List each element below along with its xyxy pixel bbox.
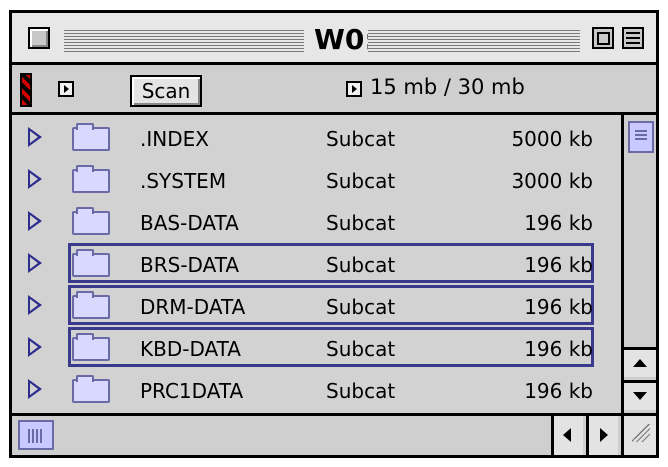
scroll-down-icon[interactable] bbox=[624, 380, 656, 410]
disclosure-triangle-icon[interactable] bbox=[28, 379, 42, 399]
item-name: .SYSTEM bbox=[140, 169, 227, 193]
disclosure-triangle-icon[interactable] bbox=[28, 337, 42, 357]
item-name: DRM-DATA bbox=[140, 295, 246, 319]
item-size: 196 kb bbox=[524, 253, 593, 277]
item-name: PRC1DATA bbox=[140, 379, 244, 403]
list-item[interactable]: .SYSTEM Subcat 3000 kb bbox=[12, 159, 621, 201]
list-item[interactable]: .INDEX Subcat 5000 kb bbox=[12, 117, 621, 159]
list-item-selected[interactable]: BRS-DATA Subcat 196 kb bbox=[12, 243, 621, 285]
item-name: BAS-DATA bbox=[140, 211, 239, 235]
folder-icon[interactable] bbox=[72, 165, 110, 193]
item-size: 5000 kb bbox=[511, 127, 593, 151]
file-window: W0: Scan 15 mb / 30 mb .INDEX Subcat 500… bbox=[9, 10, 659, 458]
disclosure-triangle-icon[interactable] bbox=[28, 253, 42, 273]
grow-box-icon[interactable] bbox=[621, 413, 656, 455]
vertical-scrollbar[interactable] bbox=[621, 115, 656, 413]
folder-icon[interactable] bbox=[72, 375, 110, 403]
item-kind: Subcat bbox=[326, 211, 396, 235]
disclosure-triangle-icon[interactable] bbox=[28, 211, 42, 231]
storage-readout: 15 mb / 30 mb bbox=[370, 75, 525, 99]
item-name: .INDEX bbox=[140, 127, 209, 151]
folder-icon[interactable] bbox=[72, 249, 110, 277]
horizontal-scrollbar[interactable] bbox=[12, 413, 621, 455]
item-kind: Subcat bbox=[326, 253, 396, 277]
collapse-box-icon[interactable] bbox=[622, 27, 644, 49]
title-bar[interactable]: W0: bbox=[12, 13, 656, 65]
disclosure-triangle-icon[interactable] bbox=[28, 169, 42, 189]
item-size: 196 kb bbox=[524, 337, 593, 361]
folder-icon[interactable] bbox=[72, 123, 110, 151]
popup-arrow-icon[interactable] bbox=[58, 81, 74, 97]
vertical-scroll-thumb[interactable] bbox=[628, 121, 654, 153]
list-item-selected[interactable]: KBD-DATA Subcat 196 kb bbox=[12, 327, 621, 369]
title-stripes-right bbox=[368, 28, 580, 52]
item-name: BRS-DATA bbox=[140, 253, 240, 277]
title-stripes-left bbox=[64, 28, 304, 52]
folder-icon[interactable] bbox=[72, 207, 110, 235]
item-size: 196 kb bbox=[524, 211, 593, 235]
scroll-up-icon[interactable] bbox=[624, 347, 656, 377]
disclosure-triangle-icon[interactable] bbox=[28, 295, 42, 315]
scroll-right-icon[interactable] bbox=[586, 416, 618, 455]
folder-icon[interactable] bbox=[72, 333, 110, 361]
list-item[interactable]: PRC1DATA Subcat 196 kb bbox=[12, 369, 621, 411]
file-list: .INDEX Subcat 5000 kb .SYSTEM Subcat 300… bbox=[12, 115, 621, 413]
scan-button[interactable]: Scan bbox=[130, 75, 202, 107]
item-size: 196 kb bbox=[524, 295, 593, 319]
window-title: W0: bbox=[314, 23, 376, 56]
list-item[interactable]: BAS-DATA Subcat 196 kb bbox=[12, 201, 621, 243]
close-box-icon[interactable] bbox=[28, 27, 50, 49]
item-kind: Subcat bbox=[326, 337, 396, 361]
item-size: 3000 kb bbox=[511, 169, 593, 193]
disclosure-triangle-icon[interactable] bbox=[28, 127, 42, 147]
item-size: 196 kb bbox=[524, 379, 593, 403]
item-kind: Subcat bbox=[326, 127, 396, 151]
storage-popup-arrow-icon[interactable] bbox=[346, 81, 362, 97]
folder-icon[interactable] bbox=[72, 291, 110, 319]
item-kind: Subcat bbox=[326, 379, 396, 403]
toolbar: Scan 15 mb / 30 mb bbox=[12, 65, 656, 115]
item-kind: Subcat bbox=[326, 169, 396, 193]
list-item-selected[interactable]: DRM-DATA Subcat 196 kb bbox=[12, 285, 621, 327]
horizontal-scroll-thumb[interactable] bbox=[18, 420, 54, 450]
zoom-box-icon[interactable] bbox=[592, 27, 614, 49]
activity-indicator bbox=[20, 73, 32, 107]
scroll-left-icon[interactable] bbox=[551, 416, 583, 455]
item-name: KBD-DATA bbox=[140, 337, 241, 361]
item-kind: Subcat bbox=[326, 295, 396, 319]
